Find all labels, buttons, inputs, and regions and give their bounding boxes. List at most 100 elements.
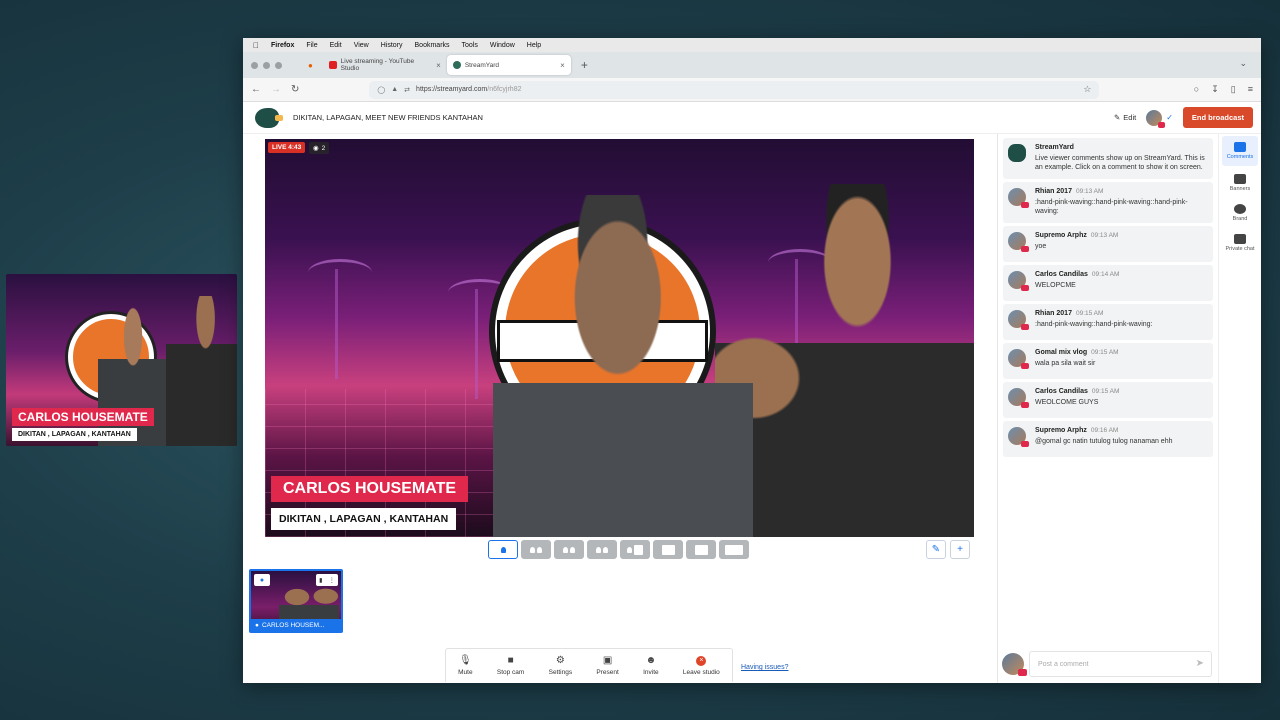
present-button[interactable]: ▣ Present: [596, 655, 618, 676]
menu-bookmarks[interactable]: Bookmarks: [415, 42, 450, 49]
leave-icon: ×: [696, 655, 707, 666]
check-icon: ✓: [1166, 113, 1173, 122]
participant-controls[interactable]: ▮ ⋮: [316, 574, 338, 586]
private-chat-icon: [1234, 234, 1246, 244]
layout-leader-button[interactable]: [587, 540, 617, 559]
lock-icon[interactable]: ▲: [391, 86, 398, 93]
window-controls[interactable]: [251, 61, 282, 69]
nav-bar: ← → ↻ ◯ ▲ ⇄ https://streamyard.com/n6fcy…: [243, 78, 1261, 102]
forward-icon[interactable]: →: [271, 84, 281, 95]
menu-icon[interactable]: ≡: [1248, 84, 1253, 95]
broadcast-stage[interactable]: LIVE 4:43 ◉ 2 CARLOS HOUSEMATE DIKITAN , …: [265, 139, 974, 537]
tab-brand[interactable]: Brand: [1219, 198, 1261, 228]
mic-icon: 🎙: [459, 654, 472, 666]
shield-icon[interactable]: ◯: [377, 86, 385, 94]
comment-input-row: ➤: [1002, 651, 1212, 677]
menu-help[interactable]: Help: [527, 42, 541, 49]
broadcast-title: DIKITAN, LAPAGAN, MEET NEW FRIENDS KANTA…: [293, 113, 483, 122]
send-icon[interactable]: ➤: [1196, 658, 1204, 669]
edit-button[interactable]: ✎ Edit: [1114, 113, 1136, 122]
comment-author: Supremo Arphz: [1035, 426, 1087, 434]
tab-private-chat[interactable]: Private chat: [1219, 228, 1261, 258]
avatar: [1008, 231, 1029, 252]
layout-screen-button[interactable]: [653, 540, 683, 559]
layout-fullscreen-button[interactable]: [719, 540, 749, 559]
download-icon[interactable]: ↧: [1211, 84, 1219, 95]
more-icon[interactable]: ⋮: [329, 577, 335, 584]
comment-item[interactable]: Supremo Arphz 09:16 AM @gomal gc natin tu…: [1003, 420, 1213, 457]
streamyard-logo-icon[interactable]: [255, 107, 283, 128]
comment-text: WEOLCOME GUYS: [1035, 398, 1099, 406]
invite-button[interactable]: ☻ Invite: [643, 655, 659, 676]
menu-view[interactable]: View: [354, 42, 369, 49]
layout-group-button[interactable]: [521, 540, 551, 559]
streamyard-icon: [1008, 144, 1026, 162]
comment-item[interactable]: Carlos Candilas 09:15 AM WEOLCOME GUYS: [1003, 381, 1213, 418]
tab-list-chevron-icon[interactable]: ⌄: [1239, 58, 1247, 69]
settings-button[interactable]: ⚙ Settings: [549, 655, 573, 676]
menu-edit[interactable]: Edit: [330, 42, 342, 49]
pocket-icon[interactable]: ○: [1194, 84, 1199, 95]
comment-item[interactable]: Rhian 2017 09:13 AM :hand-pink-waving::ha…: [1003, 181, 1213, 223]
close-icon[interactable]: ×: [436, 61, 441, 70]
backstage-participant-card[interactable]: ● ▮ ⋮ ● CARLOS HOUSEM...: [249, 569, 343, 633]
comment-item[interactable]: Supremo Arphz 09:13 AM yoe: [1003, 225, 1213, 262]
reload-icon[interactable]: ↻: [291, 84, 299, 95]
comment-time: 09:16 AM: [1090, 426, 1119, 434]
layout-side-by-side-button[interactable]: [620, 540, 650, 559]
close-icon[interactable]: ×: [560, 61, 565, 70]
add-icon[interactable]: +: [950, 540, 970, 559]
person-icon[interactable]: ●: [254, 574, 270, 586]
mic-icon[interactable]: ▮: [319, 577, 322, 584]
apple-icon[interactable]: : [253, 41, 259, 50]
comment-text: wala pa sila wait sir: [1035, 359, 1096, 367]
avatar: [1008, 187, 1029, 208]
pencil-icon[interactable]: ✎: [926, 540, 946, 559]
stage-tools: ✎ +: [926, 540, 970, 559]
tab-comments[interactable]: Comments: [1222, 136, 1258, 166]
palm-decoration: [308, 259, 405, 379]
menu-window[interactable]: Window: [490, 42, 515, 49]
comments-panel: StreamYard Live viewer comments show up …: [997, 134, 1218, 683]
url-bar[interactable]: ◯ ▲ ⇄ https://streamyard.com/n6fcyjrh82 …: [369, 80, 1100, 99]
menu-file[interactable]: File: [306, 42, 317, 49]
comment-item[interactable]: StreamYard Live viewer comments show up …: [1003, 138, 1213, 179]
mute-button[interactable]: 🎙 Mute: [458, 654, 472, 676]
extensions-icon[interactable]: ▯: [1231, 84, 1236, 95]
menu-history[interactable]: History: [381, 42, 403, 49]
comment-time: 09:15 AM: [1075, 309, 1104, 317]
post-comment-input[interactable]: [1029, 651, 1212, 677]
banners-icon: [1234, 174, 1246, 184]
permissions-icon[interactable]: ⇄: [404, 86, 410, 94]
comment-text: yoe: [1035, 242, 1047, 250]
avatar[interactable]: [1002, 653, 1027, 676]
back-icon[interactable]: ←: [251, 84, 261, 95]
menu-tools[interactable]: Tools: [462, 42, 478, 49]
layout-group-wide-button[interactable]: [554, 540, 584, 559]
destination-avatar[interactable]: [1146, 109, 1166, 128]
stage-subtitle-banner: DIKITAN , LAPAGAN , KANTAHAN: [271, 508, 457, 530]
comment-item[interactable]: Gomal mix vlog 09:15 AM wala pa sila wait…: [1003, 342, 1213, 379]
comment-author: StreamYard: [1035, 144, 1074, 151]
menu-app-name[interactable]: Firefox: [271, 42, 294, 49]
leave-studio-button[interactable]: × Leave studio: [683, 655, 720, 676]
comment-author: Supremo Arphz: [1035, 231, 1087, 239]
end-broadcast-button[interactable]: End broadcast: [1182, 107, 1253, 128]
studio-header: DIKITAN, LAPAGAN, MEET NEW FRIENDS KANTA…: [243, 102, 1261, 134]
camera-icon: ■: [507, 654, 514, 666]
tab-youtube-studio[interactable]: Live streaming - YouTube Studio ×: [323, 55, 447, 75]
tab-banners[interactable]: Banners: [1219, 168, 1261, 198]
bookmark-star-icon[interactable]: ☆: [1083, 84, 1091, 95]
having-issues-link[interactable]: Having issues?: [741, 664, 788, 671]
new-tab-button[interactable]: +: [581, 58, 588, 72]
layout-solo-button[interactable]: [488, 540, 518, 559]
comment-item[interactable]: Rhian 2017 09:15 AM :hand-pink-waving::ha…: [1003, 303, 1213, 340]
stop-cam-button[interactable]: ■ Stop cam: [497, 654, 524, 676]
avatar: [1008, 348, 1029, 369]
comment-item[interactable]: Carlos Candilas 09:14 AM WELOPCME: [1003, 264, 1213, 301]
layout-screen-small-button[interactable]: [686, 540, 716, 559]
tab-streamyard[interactable]: StreamYard ×: [446, 55, 571, 75]
comment-time: 09:15 AM: [1091, 387, 1120, 395]
participant-label: ● CARLOS HOUSEM...: [251, 619, 341, 631]
firefox-view-icon[interactable]: ●: [308, 61, 313, 70]
